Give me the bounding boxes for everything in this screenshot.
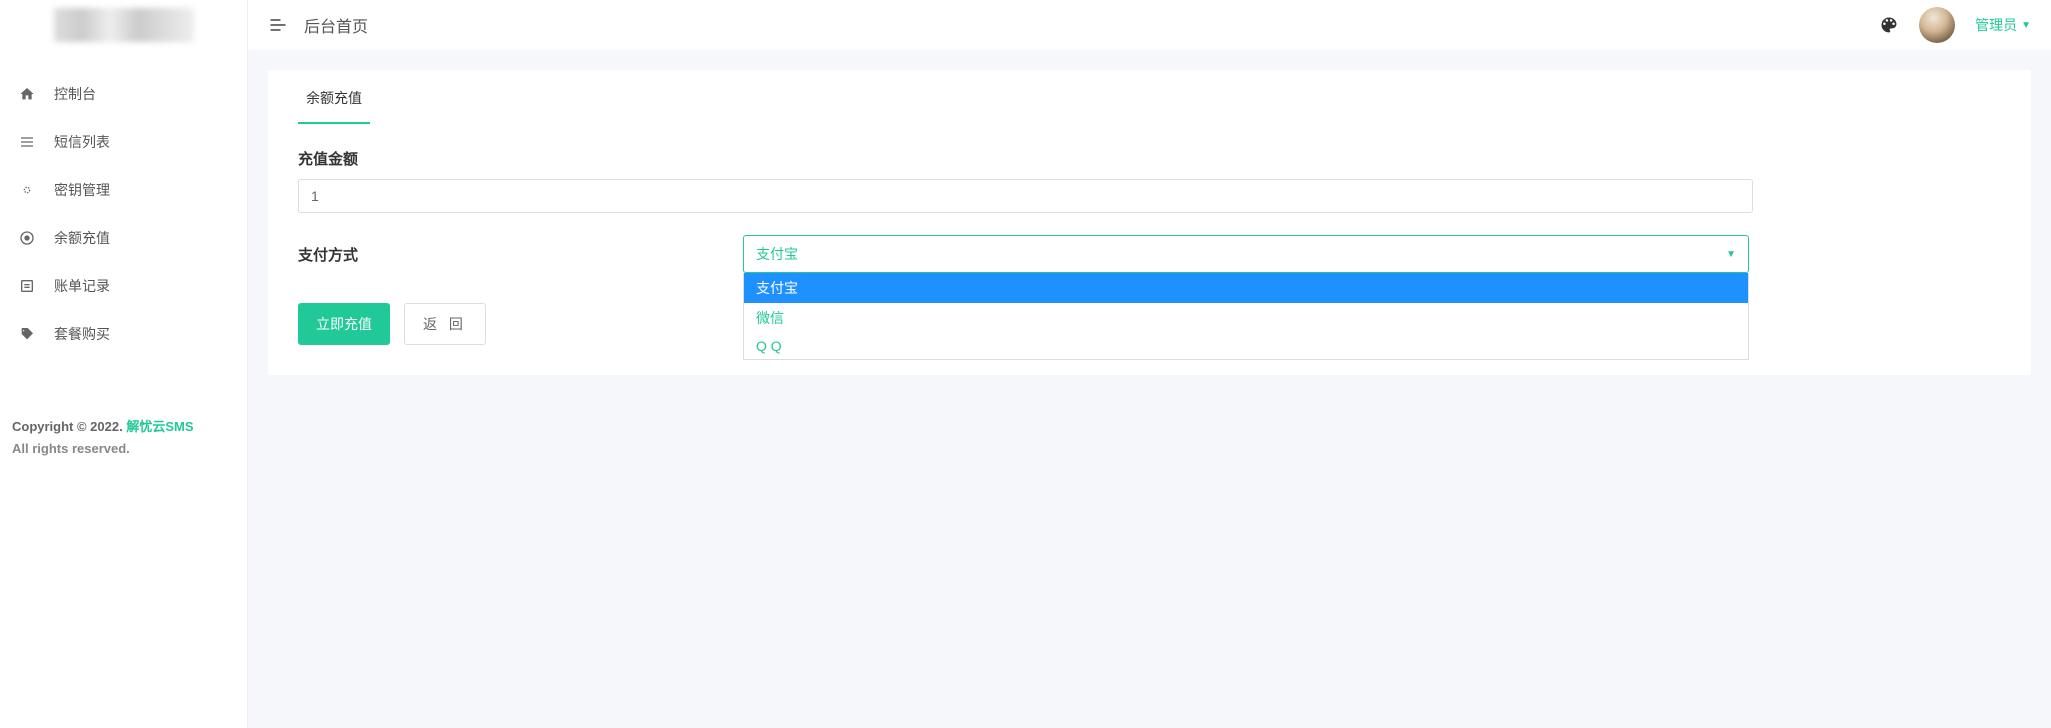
nav-item-label: 密钥管理: [54, 180, 110, 200]
palette-icon[interactable]: [1879, 15, 1899, 35]
copyright-text: Copyright © 2022.: [12, 419, 126, 434]
nav-item-label: 余额充值: [54, 228, 110, 248]
sidebar: 控制台 短信列表 密钥管理 余额充值 账单记录: [0, 0, 248, 728]
payment-method-select[interactable]: 支付宝 ▼ 支付宝 微信 Q Q: [743, 235, 1749, 273]
breadcrumb: 后台首页: [304, 13, 368, 37]
user-label: 管理员: [1975, 15, 2017, 35]
bill-icon: [18, 277, 36, 295]
nav-item-key-management[interactable]: 密钥管理: [0, 166, 247, 214]
logo-area: [0, 0, 247, 50]
main-content: 余额充值 充值金额 支付方式 支付宝 ▼ 支付宝 微信 Q Q: [248, 50, 2051, 728]
menu-toggle-icon[interactable]: [268, 15, 288, 35]
sidebar-footer: Copyright © 2022. 解忧云SMS All rights rese…: [0, 404, 206, 468]
select-option-qq[interactable]: Q Q: [744, 333, 1748, 359]
caret-down-icon: ▼: [2021, 20, 2031, 31]
nav-item-sms-list[interactable]: 短信列表: [0, 118, 247, 166]
payment-method-row: 支付方式 支付宝 ▼ 支付宝 微信 Q Q: [298, 235, 2001, 273]
method-label: 支付方式: [298, 244, 743, 265]
submit-button[interactable]: 立即充值: [298, 303, 390, 345]
user-dropdown[interactable]: 管理员 ▼: [1975, 15, 2031, 35]
card: 余额充值 充值金额 支付方式 支付宝 ▼ 支付宝 微信 Q Q: [268, 70, 2031, 375]
nav-item-bills[interactable]: 账单记录: [0, 262, 247, 310]
tag-icon: [18, 325, 36, 343]
nav-menu: 控制台 短信列表 密钥管理 余额充值 账单记录: [0, 50, 247, 358]
nav-item-recharge[interactable]: 余额充值: [0, 214, 247, 262]
key-icon: [18, 181, 36, 199]
recharge-form: 充值金额 支付方式 支付宝 ▼ 支付宝 微信 Q Q 立即充值: [268, 124, 2031, 375]
tabs: 余额充值: [268, 70, 2031, 124]
nav-item-label: 套餐购买: [54, 324, 110, 344]
nav-item-label: 短信列表: [54, 132, 110, 152]
header-left: 后台首页: [268, 13, 368, 37]
select-display[interactable]: 支付宝 ▼: [743, 235, 1749, 273]
list-icon: [18, 133, 36, 151]
back-button[interactable]: 返 回: [404, 303, 486, 345]
chevron-down-icon: ▼: [1726, 249, 1736, 260]
nav-item-dashboard[interactable]: 控制台: [0, 70, 247, 118]
nav-item-packages[interactable]: 套餐购买: [0, 310, 247, 358]
select-option-wechat[interactable]: 微信: [744, 303, 1748, 333]
logo-image: [54, 8, 194, 42]
select-dropdown: 支付宝 微信 Q Q: [743, 273, 1749, 360]
nav-item-label: 控制台: [54, 84, 96, 104]
footer-link[interactable]: 解忧云SMS: [126, 419, 193, 434]
coin-icon: [18, 229, 36, 247]
amount-label: 充值金额: [298, 148, 2001, 169]
avatar[interactable]: [1919, 7, 1955, 43]
select-option-alipay[interactable]: 支付宝: [744, 273, 1748, 303]
tab-label: 余额充值: [306, 90, 362, 106]
amount-input[interactable]: [298, 179, 1753, 213]
nav-item-label: 账单记录: [54, 276, 110, 296]
home-icon: [18, 85, 36, 103]
select-value: 支付宝: [756, 244, 798, 264]
header: 后台首页 管理员 ▼: [248, 0, 2051, 50]
rights-text: All rights reserved.: [12, 441, 194, 456]
header-right: 管理员 ▼: [1879, 7, 2031, 43]
tab-recharge[interactable]: 余额充值: [298, 70, 370, 124]
